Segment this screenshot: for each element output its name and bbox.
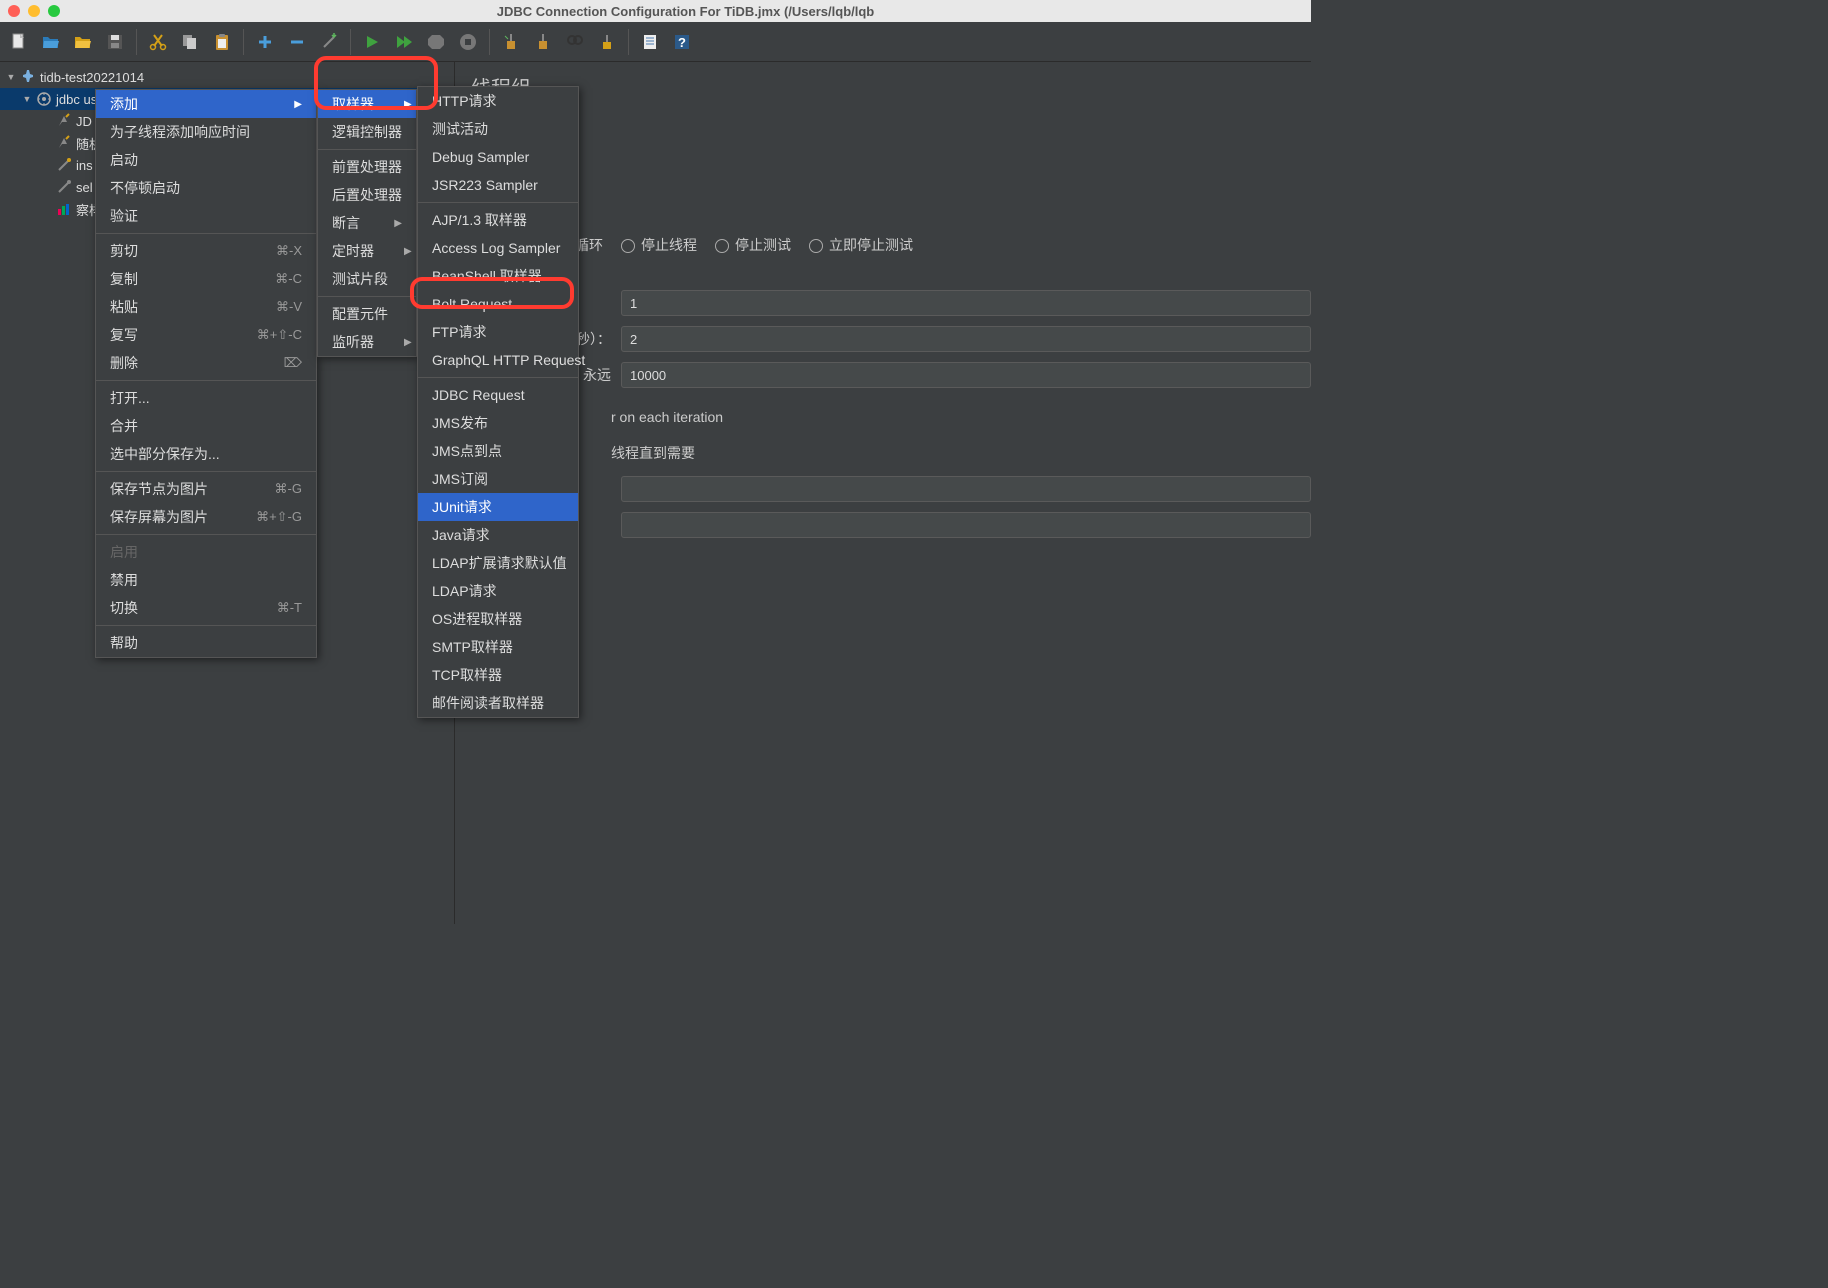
add-button[interactable]	[250, 27, 280, 57]
threads-input[interactable]	[621, 290, 1311, 316]
wand-button[interactable]	[314, 27, 344, 57]
ctx-save-selection[interactable]: 选中部分保存为...	[96, 440, 316, 468]
ctx-sampler-item[interactable]: GraphQL HTTP Request	[418, 346, 578, 374]
ctx-sampler-item[interactable]: JMS发布	[418, 409, 578, 437]
ctx-delete[interactable]: 删除⌦	[96, 349, 316, 377]
brush-button[interactable]	[592, 27, 622, 57]
ctx-merge[interactable]: 合并	[96, 412, 316, 440]
run-button[interactable]	[357, 27, 387, 57]
add-submenu[interactable]: 取样器▶ 逻辑控制器▶ 前置处理器▶ 后置处理器▶ 断言▶ 定时器▶ 测试片段▶…	[317, 89, 417, 357]
search-button[interactable]	[560, 27, 590, 57]
radio-stop-now[interactable]: 立即停止测试	[809, 235, 913, 255]
ctx-start-no-pause[interactable]: 不停顿启动	[96, 174, 316, 202]
ctx-cut[interactable]: 剪切⌘-X	[96, 237, 316, 265]
main-toolbar: ?	[0, 22, 1311, 62]
ctx-save-screen-image[interactable]: 保存屏幕为图片⌘+⇧-G	[96, 503, 316, 531]
ctx-start[interactable]: 启动	[96, 146, 316, 174]
ctx-post-processor[interactable]: 后置处理器▶	[318, 181, 416, 209]
ctx-sampler-item[interactable]: AJP/1.3 取样器	[418, 206, 578, 234]
ctx-help[interactable]: 帮助	[96, 629, 316, 657]
clear-all-button[interactable]	[528, 27, 558, 57]
ctx-disable[interactable]: 禁用	[96, 566, 316, 594]
ctx-listener[interactable]: 监听器▶	[318, 328, 416, 356]
ctx-sampler-item[interactable]: Bolt Request	[418, 290, 578, 318]
rampup-input[interactable]	[621, 326, 1311, 352]
window-titlebar: JDBC Connection Configuration For TiDB.j…	[0, 0, 1311, 22]
radio-stop-thread[interactable]: 停止线程	[621, 235, 697, 255]
ctx-sampler[interactable]: 取样器▶	[318, 90, 416, 118]
copy-button[interactable]	[175, 27, 205, 57]
ctx-sampler-item[interactable]: JUnit请求	[418, 493, 578, 521]
paste-button[interactable]	[207, 27, 237, 57]
ctx-sampler-item[interactable]: JMS点到点	[418, 437, 578, 465]
section-label: 误执行的动作	[471, 205, 1311, 225]
ctx-validate[interactable]: 验证	[96, 202, 316, 230]
ctx-assertion[interactable]: 断言▶	[318, 209, 416, 237]
ctx-open[interactable]: 打开...	[96, 384, 316, 412]
run-forward-button[interactable]	[389, 27, 419, 57]
clear-button[interactable]	[496, 27, 526, 57]
ctx-sampler-item[interactable]: FTP请求	[418, 318, 578, 346]
radio-stop-test[interactable]: 停止测试	[715, 235, 791, 255]
ctx-sampler-item[interactable]: LDAP请求	[418, 577, 578, 605]
tree-root-label: tidb-test20221014	[40, 70, 144, 85]
close-window-button[interactable]	[8, 5, 20, 17]
config-panel: 线程组 误执行的动作 启动下一进程循环 停止线程 停止测试 立即停止测试 （秒）…	[455, 62, 1311, 924]
tree-item-label: ins	[76, 158, 93, 173]
ctx-sampler-item[interactable]: TCP取样器	[418, 661, 578, 689]
ctx-save-node-image[interactable]: 保存节点为图片⌘-G	[96, 475, 316, 503]
ctx-enable: 启用	[96, 538, 316, 566]
ctx-paste[interactable]: 粘贴⌘-V	[96, 293, 316, 321]
open-folder-button[interactable]	[36, 27, 66, 57]
ctx-sampler-item[interactable]: Debug Sampler	[418, 143, 578, 171]
field-b-input[interactable]	[621, 512, 1311, 538]
tree-item-label: sel	[76, 180, 93, 195]
browse-button[interactable]	[68, 27, 98, 57]
need-text: 线程直到需要	[611, 443, 695, 463]
ctx-sampler-item[interactable]: LDAP扩展请求默认值	[418, 549, 578, 577]
ctx-copy[interactable]: 复制⌘-C	[96, 265, 316, 293]
save-button[interactable]	[100, 27, 130, 57]
ctx-sampler-item[interactable]: Access Log Sampler	[418, 234, 578, 262]
tree-item-label: JD	[76, 114, 92, 129]
minimize-window-button[interactable]	[28, 5, 40, 17]
panel-title: 线程组	[471, 72, 1311, 101]
field-a-input[interactable]	[621, 476, 1311, 502]
loop-count-input[interactable]	[621, 362, 1311, 388]
ctx-sampler-item[interactable]: JSR223 Sampler	[418, 171, 578, 199]
tree-root[interactable]: ▼ tidb-test20221014	[0, 66, 454, 88]
ctx-add-response-time[interactable]: 为子线程添加响应时间	[96, 118, 316, 146]
remove-button[interactable]	[282, 27, 312, 57]
ctx-sampler-item[interactable]: JMS订阅	[418, 465, 578, 493]
ctx-sampler-item[interactable]: SMTP取样器	[418, 633, 578, 661]
context-menu[interactable]: 添加▶ 为子线程添加响应时间 启动 不停顿启动 验证 剪切⌘-X 复制⌘-C 粘…	[95, 89, 317, 658]
stop-button[interactable]	[421, 27, 451, 57]
ctx-test-fragment[interactable]: 测试片段▶	[318, 265, 416, 293]
notes-button[interactable]	[635, 27, 665, 57]
ctx-logic-controller[interactable]: 逻辑控制器▶	[318, 118, 416, 146]
ctx-sampler-item[interactable]: HTTP请求	[418, 87, 578, 115]
maximize-window-button[interactable]	[48, 5, 60, 17]
window-title: JDBC Connection Configuration For TiDB.j…	[68, 4, 1303, 19]
new-file-button[interactable]	[4, 27, 34, 57]
cut-button[interactable]	[143, 27, 173, 57]
ctx-sampler-item[interactable]: 测试活动	[418, 115, 578, 143]
sampler-submenu[interactable]: HTTP请求测试活动Debug SamplerJSR223 Sampler AJP…	[417, 86, 579, 718]
ctx-add[interactable]: 添加▶	[96, 90, 316, 118]
ctx-sampler-item[interactable]: JDBC Request	[418, 381, 578, 409]
ctx-toggle[interactable]: 切换⌘-T	[96, 594, 316, 622]
ctx-sampler-item[interactable]: Java请求	[418, 521, 578, 549]
each-iter-text: r on each iteration	[611, 409, 723, 425]
ctx-sampler-item[interactable]: BeanShell 取样器	[418, 262, 578, 290]
ctx-sampler-item[interactable]: OS进程取样器	[418, 605, 578, 633]
ctx-pre-processor[interactable]: 前置处理器▶	[318, 153, 416, 181]
svg-text:?: ?	[678, 35, 686, 50]
ctx-duplicate[interactable]: 复写⌘+⇧-C	[96, 321, 316, 349]
ctx-config-element[interactable]: 配置元件▶	[318, 300, 416, 328]
stop-all-button[interactable]	[453, 27, 483, 57]
help-button[interactable]: ?	[667, 27, 697, 57]
ctx-timer[interactable]: 定时器▶	[318, 237, 416, 265]
ctx-sampler-item[interactable]: 邮件阅读者取样器	[418, 689, 578, 717]
